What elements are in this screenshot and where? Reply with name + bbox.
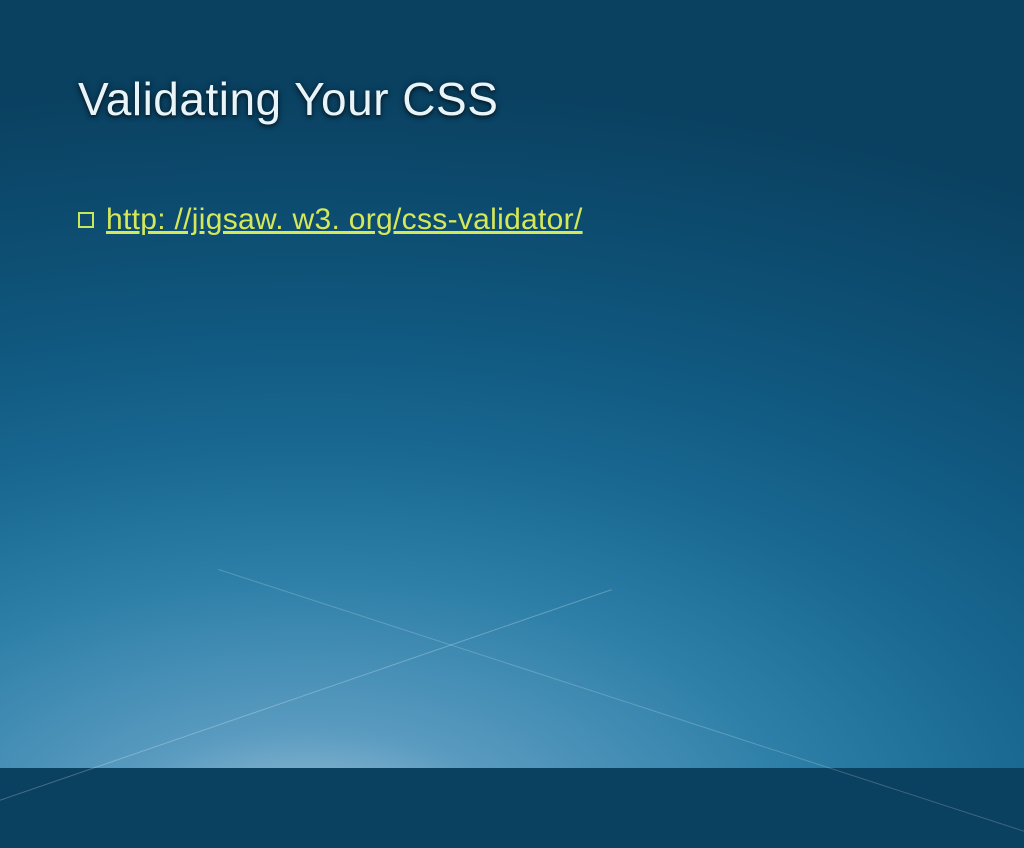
square-bullet-icon	[78, 212, 94, 228]
validator-link[interactable]: http: //jigsaw. w3. org/css-validator/	[106, 203, 583, 237]
slide-title: Validating Your CSS	[78, 72, 498, 126]
slide-container: Validating Your CSS http: //jigsaw. w3. …	[0, 0, 1024, 768]
bullet-item: http: //jigsaw. w3. org/css-validator/	[78, 203, 583, 237]
